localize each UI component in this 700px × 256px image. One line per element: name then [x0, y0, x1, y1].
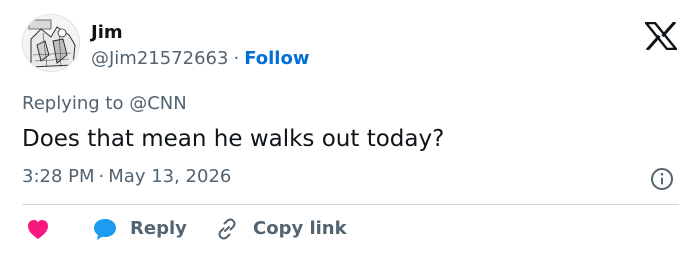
- action-bar: Reply Copy link: [22, 215, 682, 243]
- tweet-time: 3:28 PM: [22, 166, 95, 187]
- follow-button[interactable]: Follow: [244, 48, 309, 69]
- copy-link-label: Copy link: [253, 218, 347, 239]
- heart-icon: [28, 220, 48, 239]
- info-icon[interactable]: [650, 167, 674, 191]
- speech-bubble-icon: [94, 219, 116, 240]
- divider: [22, 204, 679, 205]
- copy-link-button[interactable]: Copy link: [214, 215, 347, 243]
- tweet-card: Jim @Jim21572663 · Follow Replying to @CNN…: [0, 0, 700, 256]
- reply-button[interactable]: Reply: [92, 215, 187, 243]
- avatar[interactable]: [22, 14, 80, 72]
- author-name[interactable]: Jim: [91, 22, 123, 44]
- reply-mention-link[interactable]: @CNN: [129, 93, 187, 114]
- avatar-image: [23, 15, 79, 71]
- separator-dot: ·: [233, 48, 240, 69]
- replying-to: Replying to @CNN: [22, 93, 187, 115]
- like-button[interactable]: [24, 215, 52, 243]
- tweet-text: Does that mean he walks out today?: [22, 126, 445, 152]
- tweet-date: May 13, 2026: [108, 166, 232, 187]
- author-handle[interactable]: @Jim21572663: [91, 48, 228, 69]
- x-logo-icon[interactable]: [645, 22, 677, 50]
- author-handle-row: @Jim21572663 · Follow: [91, 48, 309, 70]
- separator-dot: ·: [98, 166, 105, 187]
- replying-to-label: Replying to: [22, 93, 124, 114]
- tweet-timestamp[interactable]: 3:28 PM · May 13, 2026: [22, 166, 231, 188]
- link-icon: [218, 218, 236, 240]
- reply-label: Reply: [130, 218, 187, 239]
